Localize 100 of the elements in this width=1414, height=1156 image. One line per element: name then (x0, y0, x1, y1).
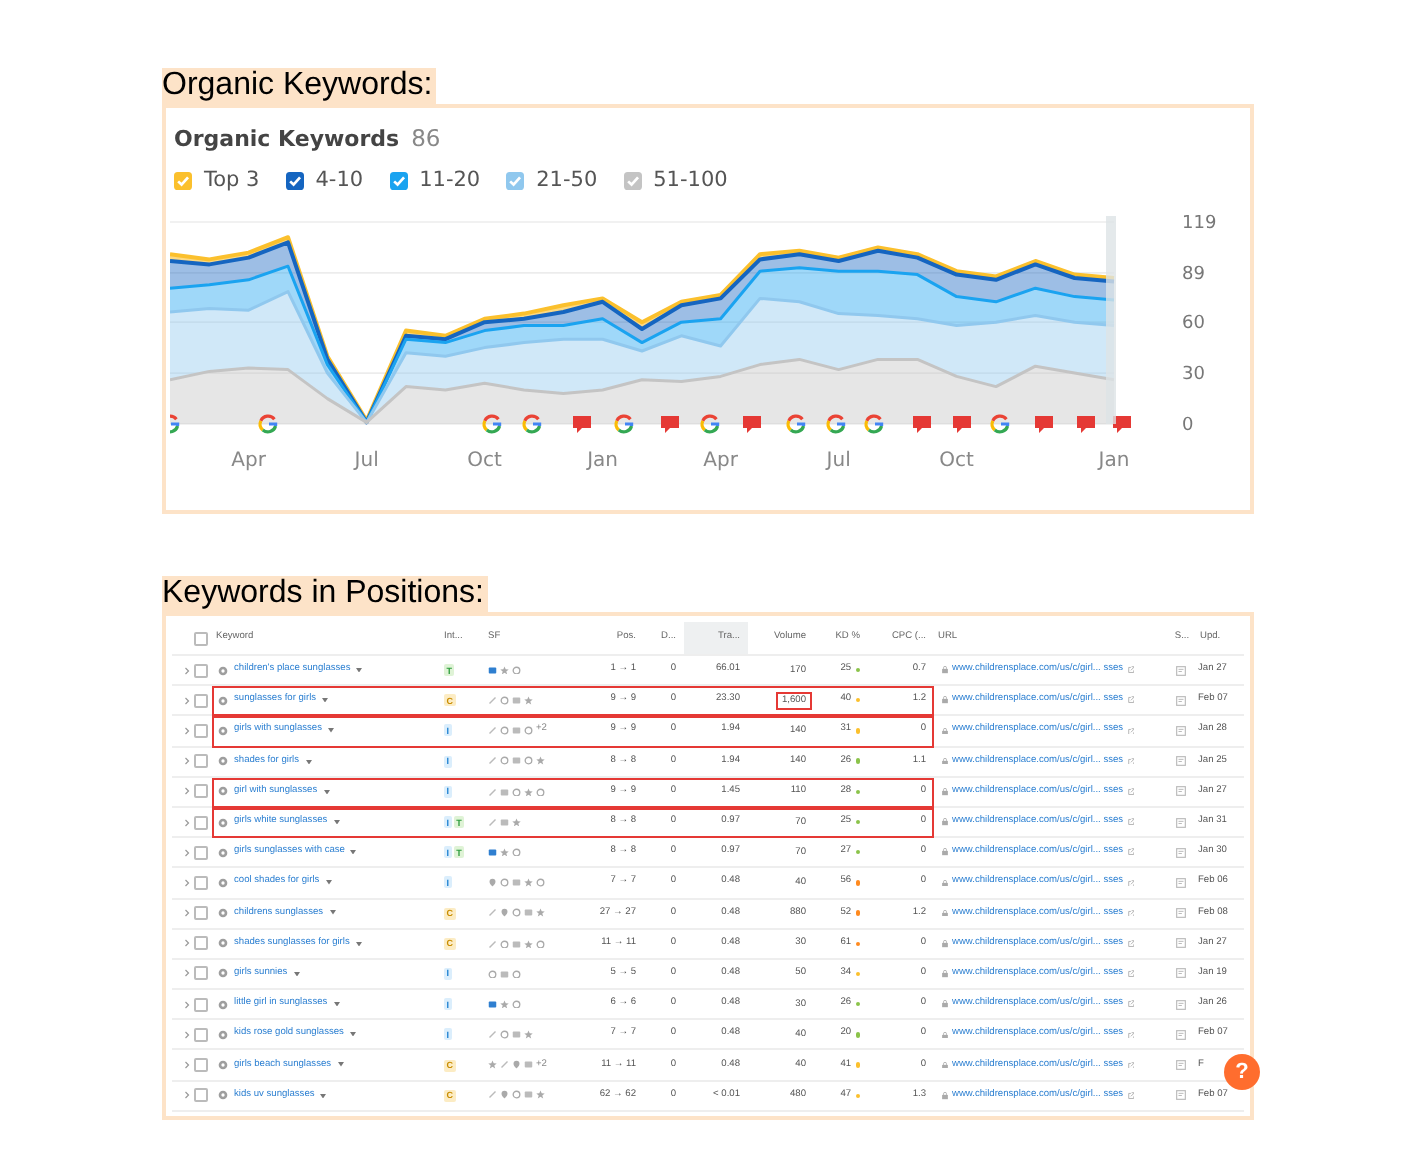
checkbox-icon[interactable] (623, 171, 642, 189)
help-button[interactable]: ? (1224, 1053, 1260, 1090)
document-icon[interactable] (1175, 756, 1185, 767)
chevron-right-icon[interactable] (184, 908, 190, 919)
document-icon[interactable] (1175, 938, 1185, 949)
chevron-right-icon[interactable] (184, 968, 190, 979)
document-icon[interactable] (1175, 1060, 1185, 1071)
colored-ring-icon[interactable] (482, 414, 502, 434)
caret-icon[interactable] (320, 1093, 327, 1098)
external-link-icon[interactable] (1127, 879, 1135, 887)
checkbox[interactable] (194, 906, 208, 921)
caret-icon[interactable] (325, 880, 332, 886)
chevron-right-icon[interactable] (184, 665, 190, 676)
external-link-icon[interactable] (1127, 1000, 1135, 1008)
external-link-icon[interactable] (1127, 727, 1135, 735)
checkbox[interactable] (194, 663, 208, 678)
document-icon[interactable] (1175, 786, 1185, 797)
checkbox[interactable] (194, 815, 208, 830)
document-icon[interactable] (1175, 695, 1185, 706)
document-icon[interactable] (1175, 665, 1185, 676)
colored-ring-icon[interactable] (990, 414, 1010, 434)
checkbox[interactable] (194, 1058, 208, 1073)
chevron-right-icon[interactable] (184, 847, 190, 858)
external-link-icon[interactable] (1127, 696, 1135, 705)
chevron-right-icon[interactable] (184, 817, 190, 828)
caret-icon[interactable] (323, 789, 330, 794)
external-link-icon[interactable] (1127, 1031, 1135, 1039)
caret-icon[interactable] (322, 698, 329, 703)
document-icon[interactable] (1175, 968, 1185, 979)
checkbox-icon[interactable] (506, 171, 525, 189)
external-link-icon[interactable] (1127, 788, 1135, 796)
caret-icon[interactable] (337, 1062, 344, 1068)
chevron-right-icon[interactable] (184, 938, 190, 949)
checkbox[interactable] (194, 1027, 208, 1042)
speech-bubble-icon[interactable] (573, 416, 591, 433)
speech-bubble-icon[interactable] (743, 416, 761, 433)
chevron-right-icon[interactable] (184, 695, 190, 706)
legend-item[interactable]: 21-50 (506, 168, 598, 192)
caret-icon[interactable] (305, 759, 312, 764)
checkbox[interactable] (194, 754, 208, 769)
legend-item[interactable]: 11-20 (389, 168, 481, 192)
caret-icon[interactable] (356, 667, 363, 673)
caret-icon[interactable] (328, 728, 334, 734)
document-icon[interactable] (1175, 1090, 1185, 1101)
document-icon[interactable] (1175, 999, 1185, 1010)
chevron-right-icon[interactable] (184, 1029, 190, 1040)
chevron-right-icon[interactable] (184, 1090, 190, 1101)
chevron-right-icon[interactable] (184, 1060, 190, 1071)
external-link-icon[interactable] (1127, 757, 1135, 765)
colored-ring-icon[interactable] (700, 414, 720, 434)
checkbox[interactable] (194, 693, 208, 708)
external-link-icon[interactable] (1127, 848, 1135, 857)
checkbox-icon[interactable] (285, 171, 304, 189)
checkbox[interactable] (194, 723, 208, 738)
caret-icon[interactable] (329, 910, 336, 916)
checkbox[interactable] (194, 997, 208, 1012)
legend-item[interactable]: Top 3 (174, 168, 260, 192)
caret-icon[interactable] (349, 1032, 356, 1037)
speech-bubble-icon[interactable] (1035, 416, 1053, 433)
caret-icon[interactable] (355, 941, 362, 946)
colored-ring-icon[interactable] (170, 414, 180, 434)
document-icon[interactable] (1175, 847, 1185, 858)
legend-item[interactable]: 51-100 (623, 168, 728, 192)
document-icon[interactable] (1175, 725, 1185, 736)
external-link-icon[interactable] (1127, 666, 1135, 674)
chevron-right-icon[interactable] (184, 756, 190, 767)
checkbox[interactable] (194, 845, 208, 860)
colored-ring-icon[interactable] (258, 414, 278, 434)
colored-ring-icon[interactable] (826, 414, 846, 434)
document-icon[interactable] (1175, 877, 1185, 888)
checkbox-icon[interactable] (389, 171, 408, 189)
external-link-icon[interactable] (1127, 939, 1135, 948)
checkbox-icon[interactable] (174, 171, 192, 189)
speech-bubble-icon[interactable] (661, 416, 679, 433)
external-link-icon[interactable] (1127, 909, 1135, 917)
caret-icon[interactable] (350, 850, 357, 855)
colored-ring-icon[interactable] (864, 414, 884, 434)
checkbox[interactable] (194, 966, 208, 981)
scrollbar[interactable] (1106, 216, 1116, 424)
caret-icon[interactable] (333, 819, 340, 825)
colored-ring-icon[interactable] (614, 414, 634, 434)
document-icon[interactable] (1175, 817, 1185, 828)
chevron-right-icon[interactable] (184, 786, 190, 797)
speech-bubble-icon[interactable] (953, 416, 971, 433)
chevron-right-icon[interactable] (184, 877, 190, 888)
checkbox[interactable] (194, 875, 208, 890)
checkbox[interactable] (194, 631, 208, 645)
checkbox[interactable] (194, 1088, 208, 1103)
checkbox[interactable] (194, 936, 208, 951)
external-link-icon[interactable] (1127, 1091, 1135, 1100)
caret-icon[interactable] (293, 971, 300, 977)
external-link-icon[interactable] (1127, 1061, 1135, 1069)
external-link-icon[interactable] (1127, 818, 1135, 826)
chevron-right-icon[interactable] (184, 725, 190, 736)
colored-ring-icon[interactable] (786, 414, 806, 434)
checkbox[interactable] (194, 784, 208, 799)
chevron-right-icon[interactable] (184, 999, 190, 1010)
caret-icon[interactable] (333, 1002, 340, 1007)
speech-bubble-icon[interactable] (913, 416, 931, 433)
colored-ring-icon[interactable] (522, 414, 542, 434)
